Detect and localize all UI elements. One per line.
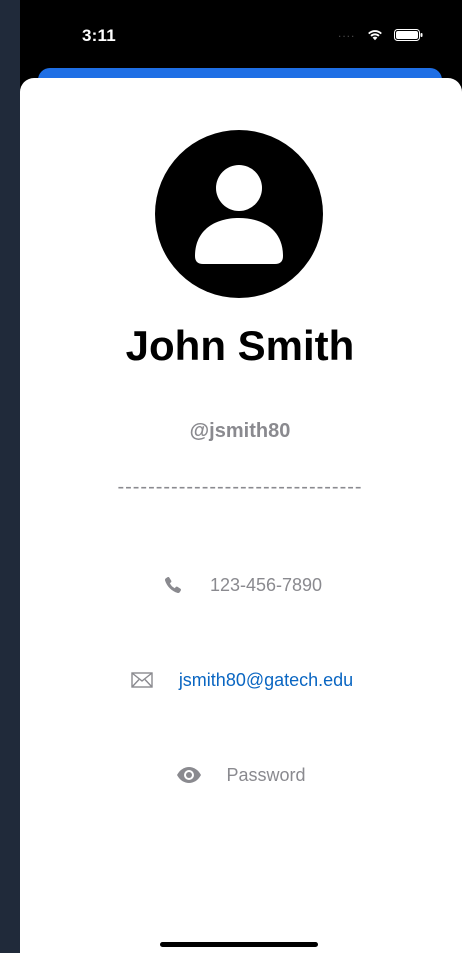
eye-icon[interactable]	[176, 762, 202, 788]
password-field[interactable]: Password	[226, 765, 305, 786]
password-row[interactable]: Password	[20, 760, 462, 790]
profile-username: @jsmith80	[189, 420, 291, 442]
phone-number: 123-456-7890	[209, 574, 323, 595]
phone-row[interactable]: 123-456-7890	[20, 570, 462, 600]
profile-sheet: John Smith @jsmith80 -------------------…	[20, 78, 462, 953]
signal-dots: ....	[338, 26, 356, 40]
envelope-icon	[129, 667, 155, 693]
profile-name: John Smith	[125, 322, 355, 369]
wifi-icon	[368, 30, 382, 41]
status-time: 3:11	[82, 26, 116, 45]
email-row[interactable]: jsmith80@gatech.edu	[20, 665, 462, 695]
battery-icon	[394, 29, 423, 41]
person-circle-icon	[155, 130, 323, 298]
home-indicator[interactable]	[160, 942, 318, 947]
left-background-strip	[0, 0, 20, 953]
dashed-divider: --------------------------------	[117, 476, 363, 498]
status-bar: 3:11 ....	[20, 0, 462, 70]
email-link[interactable]: jsmith80@gatech.edu	[179, 670, 353, 691]
phone-icon	[160, 572, 186, 598]
